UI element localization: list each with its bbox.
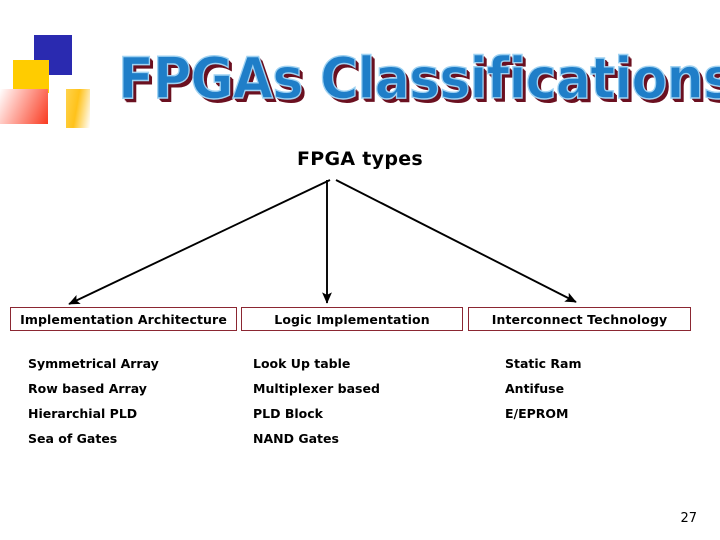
column-items-implementation-architecture: Symmetrical Array Row based Array Hierar…	[28, 356, 238, 456]
page-title: FPGA types	[296, 148, 424, 170]
list-item: Row based Array	[28, 381, 147, 396]
list-item: Static Ram	[505, 356, 582, 371]
list-item: PLD Block	[253, 406, 323, 421]
logo-yellow-gradient-bar	[66, 89, 90, 128]
column-items-interconnect-technology: Static Ram Antifuse E/EPROM	[505, 356, 705, 431]
column-header-implementation-architecture[interactable]: Implementation Architecture	[10, 307, 237, 331]
list-item: Multiplexer based	[253, 381, 380, 396]
logo-red-gradient-square	[0, 89, 48, 124]
list-item: Symmetrical Array	[28, 356, 159, 371]
list-item: Antifuse	[505, 381, 565, 396]
column-items-logic-implementation: Look Up table Multiplexer based PLD Bloc…	[253, 356, 463, 456]
list-item: NAND Gates	[253, 431, 339, 446]
decorative-logo-mark	[0, 30, 112, 140]
list-item: E/EPROM	[505, 406, 569, 421]
list-item: Hierarchial PLD	[28, 406, 138, 421]
list-item: Look Up table	[253, 356, 351, 371]
column-header-logic-implementation[interactable]: Logic Implementation	[241, 307, 463, 331]
list-item: Sea of Gates	[28, 431, 118, 446]
page-number: 27	[680, 511, 697, 526]
arrow-to-interconnect-technology	[335, 179, 577, 303]
column-header-interconnect-technology[interactable]: Interconnect Technology	[468, 307, 691, 331]
slide-title: FPGAs Classifications	[117, 45, 720, 112]
arrow-to-implementation-architecture	[68, 179, 331, 305]
